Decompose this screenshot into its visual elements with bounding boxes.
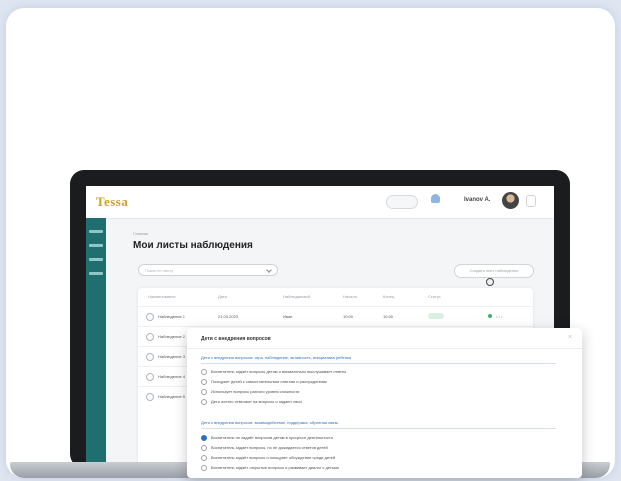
option-radio[interactable]: [201, 389, 207, 395]
status-dot: [488, 314, 492, 318]
section-rule: [201, 428, 556, 429]
modal-title: Дети с внедрения вопросов: [201, 336, 271, 342]
sidebar-item-settings[interactable]: [89, 272, 103, 275]
option-label: Воспитатель задаёт вопросы детям и внима…: [211, 369, 347, 374]
cell-name: Наблюдение 3: [158, 354, 186, 359]
option-radio[interactable]: [201, 465, 207, 471]
more-icon[interactable]: • • •: [496, 314, 502, 319]
option-label: Воспитатель задаёт вопросы, но не дожида…: [211, 445, 328, 450]
row-select-radio[interactable]: [146, 393, 154, 401]
cell-name: Наблюдение 1: [158, 314, 186, 319]
criteria-option[interactable]: Воспитатель задаёт вопросы, но не дожида…: [201, 444, 561, 452]
avatar[interactable]: [502, 192, 519, 209]
criteria-option[interactable]: Дети охотно отвечают на вопросы и задают…: [201, 398, 561, 406]
sidebar: [86, 218, 106, 468]
option-radio[interactable]: [201, 445, 207, 451]
option-radio[interactable]: [201, 379, 207, 385]
sidebar-item-lists[interactable]: [89, 244, 103, 247]
cell-date: 21.03.2023: [218, 314, 239, 319]
cell-who: Иван: [283, 314, 293, 319]
top-search-input[interactable]: [386, 195, 418, 209]
col-header-who[interactable]: Наблюдаемый: [283, 294, 310, 299]
option-label: Воспитатель задаёт вопросы и поощряет об…: [211, 455, 336, 460]
row-select-radio[interactable]: [146, 333, 154, 341]
bell-icon[interactable]: [431, 194, 440, 203]
option-label: Использует вопросы разного уровня сложно…: [211, 389, 300, 394]
row-select-radio[interactable]: [146, 353, 154, 361]
section-heading-1: Дети с внедрения вопросов: игра, наблюде…: [201, 355, 351, 360]
cell-name: Наблюдение 4: [158, 374, 186, 379]
menu-icon[interactable]: [526, 195, 536, 207]
option-label: Дети охотно отвечают на вопросы и задают…: [211, 399, 302, 404]
breadcrumb[interactable]: Главная: [133, 231, 148, 236]
create-list-button[interactable]: Создать лист наблюдения: [454, 264, 534, 278]
row-select-radio[interactable]: [146, 313, 154, 321]
option-radio[interactable]: [201, 399, 207, 405]
filter-placeholder: Поиск по листу: [145, 268, 174, 273]
user-name[interactable]: Ivanov A.: [464, 197, 490, 203]
option-label: Поощряет детей к самостоятельным ответам…: [211, 379, 327, 384]
option-label: Воспитатель не задаёт вопросов детям в п…: [211, 435, 333, 440]
cell-name: Наблюдение 2: [158, 334, 186, 339]
row-select-radio[interactable]: [146, 373, 154, 381]
criteria-option[interactable]: Поощряет детей к самостоятельным ответам…: [201, 378, 561, 386]
cell-end: 10:30: [383, 314, 394, 319]
criteria-option[interactable]: Воспитатель не задаёт вопросов детям в п…: [201, 434, 561, 442]
app-topbar: Tessa Ivanov A.: [86, 186, 554, 219]
divider: [187, 348, 582, 349]
chevron-down-icon: [266, 267, 272, 273]
criteria-option[interactable]: Воспитатель задаёт вопросы и поощряет об…: [201, 454, 561, 462]
sidebar-item-home[interactable]: [89, 230, 103, 233]
col-header-status[interactable]: Статус: [428, 294, 441, 299]
criteria-modal: Дети с внедрения вопросов × Дети с внедр…: [187, 328, 582, 478]
option-radio[interactable]: [201, 369, 207, 375]
col-header-date[interactable]: Дата: [218, 294, 227, 299]
col-header-end[interactable]: Конец: [383, 294, 394, 299]
close-icon[interactable]: ×: [568, 334, 572, 341]
option-radio[interactable]: [201, 455, 207, 461]
criteria-option[interactable]: Использует вопросы разного уровня сложно…: [201, 388, 561, 396]
option-radio-selected[interactable]: [201, 435, 207, 441]
sidebar-item-reports[interactable]: [89, 258, 103, 261]
page-title: Мои листы наблюдения: [133, 240, 253, 251]
filter-input[interactable]: Поиск по листу: [138, 264, 278, 276]
section-heading-2: Дети с внедрения вопросов: взаимодействи…: [201, 420, 339, 425]
criteria-option[interactable]: Воспитатель задаёт вопросы детям и внима…: [201, 368, 561, 376]
cursor-icon: [486, 278, 494, 286]
col-header-start[interactable]: Начало: [343, 294, 357, 299]
cell-name: Наблюдение 5: [158, 394, 186, 399]
section-rule: [201, 363, 556, 364]
status-badge: [428, 313, 444, 319]
app-logo[interactable]: Tessa: [96, 194, 128, 210]
criteria-option[interactable]: Воспитатель задаёт открытые вопросы и ра…: [201, 464, 561, 472]
table-row[interactable]: Наблюдение 1 21.03.2023 Иван 10:00 10:30…: [138, 306, 533, 327]
col-header-name[interactable]: Наименование: [148, 294, 176, 299]
option-label: Воспитатель задаёт открытые вопросы и ра…: [211, 465, 339, 470]
cell-start: 10:00: [343, 314, 354, 319]
